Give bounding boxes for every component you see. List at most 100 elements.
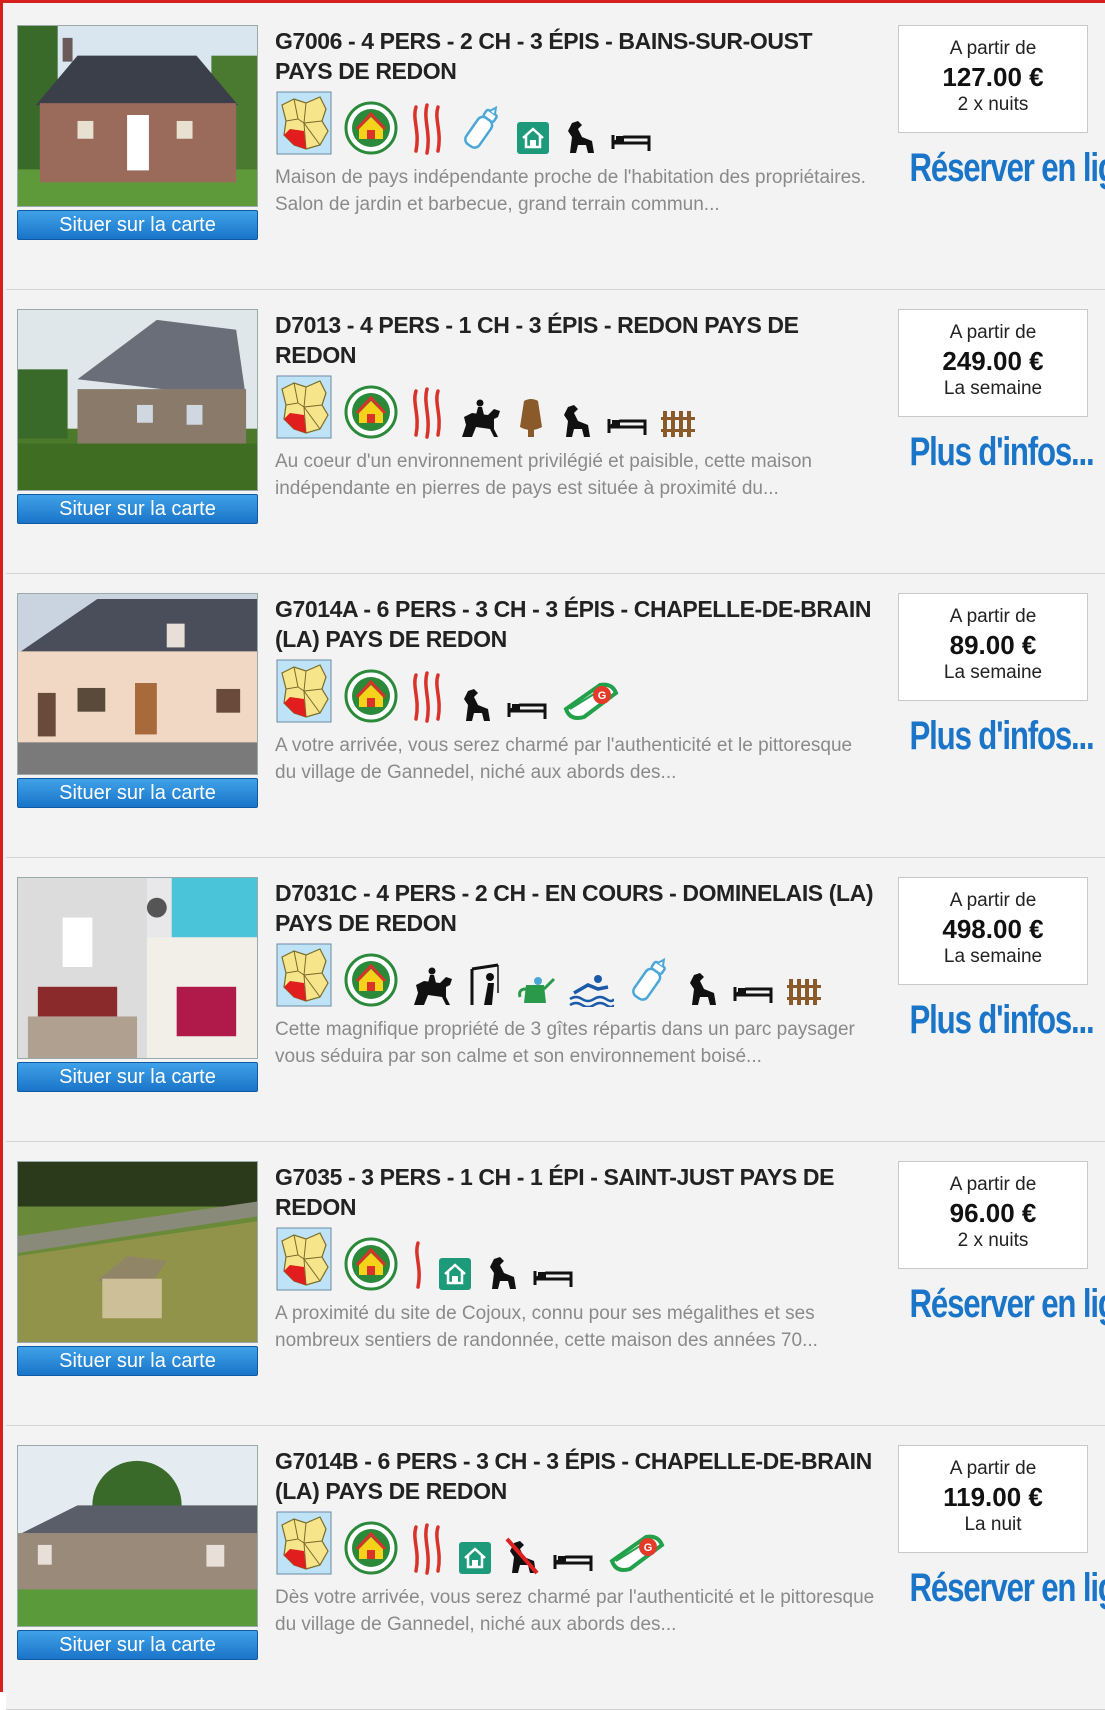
region-map-icon [276,1511,332,1580]
price-from-label: A partir de [949,1458,1037,1479]
pet-icon [684,967,720,1012]
pet-icon [558,399,594,444]
price-unit-label: 2 x nuits [957,1230,1029,1251]
epis-3-icon [410,1523,446,1580]
book-online-link[interactable]: Réserver en ligne [910,1282,1105,1327]
price-from-label: A partir de [949,38,1037,59]
bed-icon [606,409,648,444]
region-map-icon [276,91,332,160]
price-box: A partir de 89.00 € La semaine [898,593,1088,701]
price-box: A partir de 127.00 €2 x nuits [898,25,1088,133]
locate-on-map-button[interactable]: Situer sur la carte [17,1062,258,1092]
listing-photo[interactable] [17,593,258,775]
horse-riding-icon [410,967,456,1012]
listing-item: Situer sur la carte G7035 - 3 PERS - 1 CH… [6,1142,1105,1426]
gites-de-france-icon [344,953,398,1012]
bed-icon [552,1545,594,1580]
swimming-icon [568,973,616,1012]
fishing-icon [468,963,504,1012]
listing-item: Situer sur la carte G7006 - 4 PERS - 2 CH… [6,6,1105,290]
listing-description: Dès votre arrivée, vous serez charmé par… [275,1587,875,1635]
listing-item: Situer sur la carte D7031C - 4 PERS - 2 C… [6,858,1105,1142]
locate-on-map-button[interactable]: Situer sur la carte [17,1630,258,1660]
listing-title[interactable]: G7014B - 6 PERS - 3 CH - 3 ÉPIS - CHAPEL… [275,1446,875,1506]
pet-icon [458,683,494,728]
watering-can-icon [516,971,556,1012]
region-map-icon [276,1227,332,1296]
svg-text:G: G [644,1542,653,1554]
price-unit-label: La semaine [943,662,1043,683]
listing-photo[interactable] [17,1161,258,1343]
listing-title[interactable]: G7035 - 3 PERS - 1 CH - 1 ÉPI - SAINT-JU… [275,1162,875,1222]
book-online-link[interactable]: Réserver en ligne [910,146,1105,191]
listing-list: Situer sur la carte G7006 - 4 PERS - 2 CH… [6,6,1105,1710]
home-icon [458,1541,492,1580]
listing-photo[interactable] [17,25,258,207]
more-info-link[interactable]: Plus d'infos... [910,430,1095,475]
listing-photo[interactable] [17,877,258,1059]
listing-title[interactable]: D7031C - 4 PERS - 2 CH - EN COURS - DOMI… [275,878,875,938]
listing-photo[interactable] [17,1445,258,1627]
epis-3-icon [410,387,446,444]
price-from-label: A partir de [949,322,1037,343]
price-value: 249.00 € [942,346,1044,376]
amenity-icons [276,1226,574,1296]
price-box: A partir de 96.00 €2 x nuits [898,1161,1088,1269]
price-unit-label: La nuit [964,1514,1022,1535]
home-icon [516,121,550,160]
page-frame: Situer sur la carte G7006 - 4 PERS - 2 CH… [0,0,1105,1710]
horse-riding-icon [458,399,504,444]
price-value: 119.00 € [943,1482,1043,1512]
fence-icon [660,407,698,444]
baby-bottle-icon [626,955,672,1012]
listing-description: A proximité du site de Cojoux, connu pou… [275,1303,818,1351]
pet-icon [562,115,598,160]
listing-item: Situer sur la carte D7013 - 4 PERS - 1 CH… [6,290,1105,574]
svg-text:G: G [598,690,607,702]
listing-description: Cette magnifique propriété de 3 gîtes ré… [275,1019,855,1067]
epis-1-icon [410,1239,426,1296]
amenity-icons [276,374,698,444]
price-from-label: A partir de [949,890,1037,911]
no-pets-icon [504,1535,540,1580]
gites-de-france-icon [344,385,398,444]
amenity-icons: G [276,658,622,728]
listing-item: Situer sur la carte G7014A - 6 PERS - 3 C… [6,574,1105,858]
amenity-icons [276,942,824,1012]
more-info-link[interactable]: Plus d'infos... [910,998,1095,1043]
price-value: 127.00 € [942,62,1044,92]
price-box: A partir de 498.00 € La semaine [898,877,1088,985]
listing-description: Maison de pays indépendante proche de l'… [275,167,866,215]
epis-3-icon [410,103,446,160]
baby-bottle-icon [458,103,504,160]
book-online-link[interactable]: Réserver en ligne [910,1566,1105,1611]
listing-description: Au coeur d'un environnement privilégié e… [275,451,812,499]
green-label-icon: G [560,679,622,728]
cheese-icon [516,397,546,444]
locate-on-map-button[interactable]: Situer sur la carte [17,1346,258,1376]
more-info-link[interactable]: Plus d'infos... [910,714,1095,759]
listing-title[interactable]: G7014A - 6 PERS - 3 CH - 3 ÉPIS - CHAPEL… [275,594,875,654]
locate-on-map-button[interactable]: Situer sur la carte [17,778,258,808]
listing-photo[interactable] [17,309,258,491]
region-map-icon [276,943,332,1012]
listing-item: Situer sur la carte G7014B - 6 PERS - 3 C… [6,1426,1105,1710]
price-from-label: A partir de [949,1174,1037,1195]
listing-description: A votre arrivée, vous serez charmé par l… [275,735,853,783]
region-map-icon [276,659,332,728]
pet-icon [484,1251,520,1296]
locate-on-map-button[interactable]: Situer sur la carte [17,210,258,240]
listing-title[interactable]: D7013 - 4 PERS - 1 CH - 3 ÉPIS - REDON P… [275,310,875,370]
bed-icon [732,977,774,1012]
price-unit-label: 2 x nuits [957,94,1029,115]
home-icon [438,1257,472,1296]
gites-de-france-icon [344,669,398,728]
price-box: A partir de 119.00 € La nuit [898,1445,1088,1553]
epis-3-icon [410,671,446,728]
gites-de-france-icon [344,1237,398,1296]
price-value: 96.00 € [949,1198,1037,1228]
listing-title[interactable]: G7006 - 4 PERS - 2 CH - 3 ÉPIS - BAINS-S… [275,26,875,86]
green-label-icon: G [606,1531,668,1580]
price-unit-label: La semaine [943,378,1043,399]
locate-on-map-button[interactable]: Situer sur la carte [17,494,258,524]
